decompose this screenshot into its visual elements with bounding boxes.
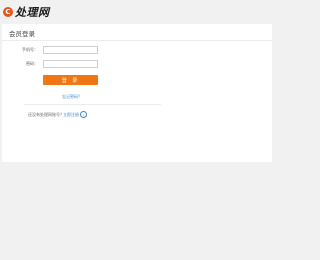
login-button[interactable]: 登 录 [43,75,98,85]
login-panel: 会员登录 手机号： 密码： 登 录 忘记密码？ 还没有处理网账号？ 立即注册 › [2,24,272,162]
password-row: 密码： [2,60,272,69]
username-input[interactable] [43,46,98,54]
forgot-password-link[interactable]: 忘记密码？ [62,94,82,100]
username-label: 手机号： [22,47,38,52]
password-label: 密码： [26,61,38,66]
title-divider [2,40,272,41]
register-prompt: 还没有处理网账号？ [28,112,64,117]
register-link[interactable]: 立即注册 [63,112,79,118]
panel-title: 会员登录 [9,30,35,38]
password-input[interactable] [43,60,98,68]
logo-text: 处理网 [15,6,50,19]
site-header: C 处理网 [0,0,274,24]
site-logo[interactable]: C 处理网 [3,5,50,19]
logo-mark-icon: C [3,7,13,17]
username-row: 手机号： [2,46,272,55]
section-divider [24,104,161,105]
right-arrow-icon[interactable]: › [80,110,87,118]
